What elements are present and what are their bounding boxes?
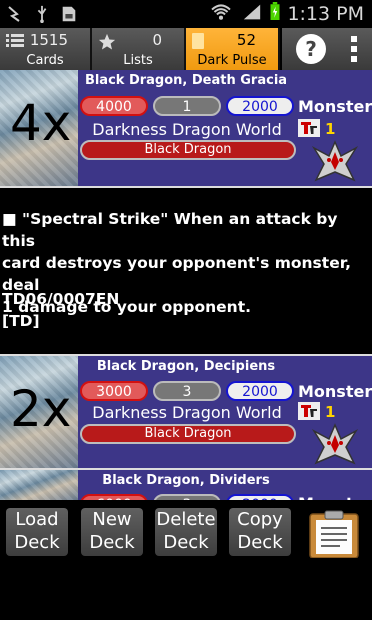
- button-label: Delete: [156, 509, 216, 530]
- card-row[interactable]: 2x Black Dragon, Decipiens 3000 3 2000 M…: [0, 356, 372, 468]
- clipboard-icon[interactable]: [308, 510, 360, 558]
- power-badge: 3000: [80, 381, 148, 401]
- button-label: Load: [15, 509, 59, 530]
- darkness-dragon-emblem-icon: [311, 140, 359, 182]
- help-icon: ?: [296, 34, 326, 64]
- tab-dark-pulse-label: Dark Pulse: [197, 53, 267, 68]
- critical-badge: 1: [153, 96, 221, 116]
- card-name: Black Dragon, Decipiens: [96, 359, 276, 374]
- card-type: Monster: [298, 97, 372, 116]
- delete-deck-button[interactable]: Delete Deck: [155, 508, 217, 556]
- usb-debug-icon: [8, 6, 20, 22]
- tab-bar: 1515 Cards 0 Lists 52 Dark Pulse ?: [0, 28, 372, 70]
- card-name: Black Dragon, Dividers: [102, 473, 270, 488]
- card-row[interactable]: 4x Black Dragon, Death Gracia 4000 1 200…: [0, 70, 372, 186]
- card-size: 1: [325, 120, 336, 138]
- defense-badge: 2000: [226, 96, 294, 116]
- card-type: Monster: [298, 382, 372, 401]
- help-button[interactable]: ?: [282, 28, 338, 70]
- card-attribute: Black Dragon: [80, 424, 296, 444]
- card-detail-panel: ■ "Spectral Strike" When an attack by th…: [0, 188, 372, 356]
- overflow-menu-icon: [351, 36, 357, 62]
- tab-cards[interactable]: 1515 Cards: [0, 28, 92, 70]
- card-attribute: Black Dragon: [80, 140, 296, 160]
- trigger-icon: [298, 402, 320, 420]
- critical-badge: 3: [153, 381, 221, 401]
- power-badge: 4000: [80, 96, 148, 116]
- tab-lists-label: Lists: [123, 53, 153, 68]
- deck-count: 52: [236, 31, 256, 49]
- card-world: Darkness Dragon World: [92, 403, 282, 422]
- card-world: Darkness Dragon World: [92, 120, 282, 139]
- button-label: Deck: [237, 532, 283, 553]
- card-codes: TD06/0007EN [TD]: [2, 288, 119, 332]
- card-row[interactable]: Black Dragon, Dividers 6000 3 2000 Monst…: [0, 470, 372, 500]
- card-size: 1: [325, 403, 336, 421]
- ability-line: ■ "Spectral Strike" When an attack by th…: [2, 210, 338, 250]
- lists-count: 0: [152, 31, 162, 49]
- set-code: [TD]: [2, 312, 40, 330]
- button-label: Deck: [14, 532, 60, 553]
- button-label: Copy: [237, 509, 283, 530]
- overflow-menu-button[interactable]: [338, 28, 372, 70]
- sd-card-icon: [62, 6, 76, 22]
- tab-cards-label: Cards: [26, 53, 64, 68]
- tab-dark-pulse[interactable]: 52 Dark Pulse: [186, 28, 280, 70]
- tab-lists[interactable]: 0 Lists: [92, 28, 186, 70]
- button-label: New: [92, 509, 132, 530]
- darkness-dragon-emblem-icon: [311, 423, 359, 465]
- card-quantity: 2x: [10, 380, 72, 438]
- card-name: Black Dragon, Death Gracia: [84, 73, 288, 88]
- defense-badge: 2000: [226, 381, 294, 401]
- usb-icon: [37, 5, 47, 23]
- button-label: Deck: [163, 532, 209, 553]
- card-quantity: 4x: [10, 94, 72, 152]
- card-code: TD06/0007EN: [2, 290, 120, 308]
- status-bar: 1:13 PM: [0, 0, 372, 28]
- cards-count: 1515: [29, 31, 68, 49]
- new-deck-button[interactable]: New Deck: [81, 508, 143, 556]
- trigger-icon: [298, 119, 320, 137]
- wifi-icon: [211, 4, 231, 20]
- svg-text:?: ?: [305, 37, 317, 61]
- button-label: Deck: [89, 532, 135, 553]
- battery-charging-icon: [270, 2, 280, 20]
- load-deck-button[interactable]: Load Deck: [6, 508, 68, 556]
- bottom-toolbar: Load Deck New Deck Delete Deck Copy Deck: [0, 500, 372, 620]
- signal-icon: [243, 4, 261, 20]
- copy-deck-button[interactable]: Copy Deck: [229, 508, 291, 556]
- card-art: [0, 470, 78, 500]
- status-time: 1:13 PM: [287, 3, 364, 25]
